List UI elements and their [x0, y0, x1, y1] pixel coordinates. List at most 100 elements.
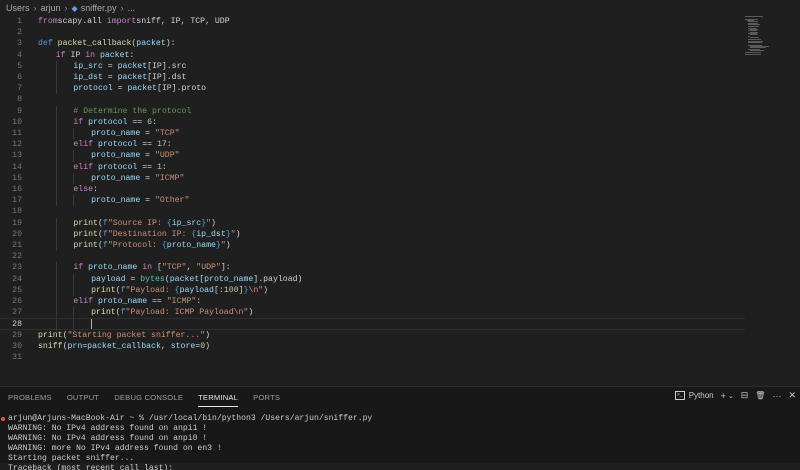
minimap-line: [748, 23, 761, 25]
code-text: print("Starting packet sniffer..."): [38, 330, 210, 341]
code-text: def packet_callback(packet):: [38, 38, 176, 49]
code-token: ): [263, 285, 269, 295]
line-number: 24: [12, 274, 22, 284]
code-token: IP: [70, 50, 86, 60]
code-line[interactable]: 22: [0, 251, 745, 262]
code-line[interactable]: 9 # Determine the protocol: [0, 105, 745, 117]
code-line[interactable]: 23 if proto_name in ["TCP", "UDP"]:: [0, 262, 745, 274]
code-line[interactable]: 31: [0, 352, 745, 363]
minimap[interactable]: [745, 16, 775, 56]
indent-guide: [55, 284, 57, 296]
code-token: ip_dst: [73, 73, 103, 82]
more-actions-icon[interactable]: ···: [772, 391, 781, 401]
code-line[interactable]: 20 print(f"Destination IP: {ip_dst}"): [0, 228, 745, 240]
code-token: \n": [248, 285, 264, 295]
code-token: print: [73, 218, 98, 228]
code-line[interactable]: 13 proto_name = "UDP": [0, 150, 745, 162]
code-line[interactable]: 28: [0, 318, 745, 331]
code-text: elif protocol == 1:: [73, 162, 166, 173]
tab-debug-console[interactable]: DEBUG CONSOLE: [114, 387, 183, 409]
minimap-line: [749, 36, 759, 38]
code-line[interactable]: 8: [0, 94, 745, 105]
code-token: ip_src: [73, 61, 103, 71]
python-file-icon: ◆: [71, 3, 78, 13]
code-line[interactable]: 3 def packet_callback(packet):: [0, 38, 745, 49]
line-number: 1: [17, 17, 22, 26]
tab-problems[interactable]: PROBLEMS: [8, 387, 52, 409]
breadcrumb-item-arjun[interactable]: arjun: [41, 3, 61, 13]
line-number: 26: [12, 297, 22, 306]
code-token: "ICMP": [154, 173, 185, 183]
code-token: [IP].proto: [156, 84, 207, 94]
code-token: proto_name: [91, 196, 141, 206]
code-token: ==: [137, 140, 157, 150]
code-line[interactable]: 12 elif protocol == 17:: [0, 139, 745, 151]
error-status-icon[interactable]: [1, 417, 5, 421]
code-line[interactable]: 14 elif protocol == 1:: [0, 161, 745, 173]
breadcrumb-item-users[interactable]: Users: [6, 3, 30, 13]
close-panel-icon[interactable]: ✕: [788, 390, 796, 401]
code-line[interactable]: 5 ip_src = packet[IP].src: [0, 60, 745, 72]
split-terminal-icon[interactable]: ⊟: [741, 390, 749, 401]
tab-output[interactable]: OUTPUT: [67, 387, 99, 409]
line-number: 22: [12, 252, 22, 262]
code-token: ip_dst: [196, 229, 226, 239]
code-line[interactable]: 2: [0, 27, 745, 38]
new-terminal-icon[interactable]: +: [721, 391, 726, 401]
code-line[interactable]: 6 ip_dst = packet[IP].dst: [0, 72, 745, 84]
minimap-line: [745, 16, 763, 17]
terminal-output[interactable]: arjun@Arjuns-MacBook-Air ~ % /usr/local/…: [0, 414, 790, 470]
code-text: proto_name = "ICMP": [91, 173, 184, 184]
code-token: ): [248, 308, 254, 318]
code-token: [IP].src: [147, 61, 187, 71]
trash-icon[interactable]: 🗑: [755, 391, 765, 400]
code-token: "UDP": [154, 151, 180, 161]
line-number: 31: [12, 353, 22, 362]
tab-terminal[interactable]: TERMINAL: [198, 387, 239, 409]
code-token: ): [225, 241, 231, 250]
code-line[interactable]: 19 print(f"Source IP: {ip_src}"): [0, 217, 745, 229]
chevron-down-icon[interactable]: ⌄: [728, 392, 734, 400]
editor-scrollbar[interactable]: [790, 16, 800, 386]
code-line[interactable]: 7 protocol = packet[IP].proto: [0, 83, 745, 95]
code-token: print: [91, 285, 116, 295]
breadcrumb-item-file[interactable]: sniffer.py: [81, 3, 117, 13]
code-line[interactable]: 10 if protocol == 6:: [0, 116, 745, 128]
code-token: ): [205, 330, 210, 340]
code-text: sniff(prn=packet_callback, store=0): [38, 341, 210, 352]
terminal-line-text: WARNING: No IPv4 address found on anpi0 …: [8, 434, 208, 443]
code-token: elif: [73, 162, 98, 172]
terminal-profile[interactable]: >_ Python: [674, 391, 714, 400]
code-line[interactable]: 11 proto_name = "TCP": [0, 128, 745, 140]
code-line[interactable]: 25 print(f"Payload: {payload[:100]}\n"): [0, 284, 745, 296]
code-line[interactable]: 15 proto_name = "ICMP": [0, 172, 745, 184]
code-token: import: [106, 17, 137, 26]
code-token: else: [73, 185, 94, 194]
code-line[interactable]: 27 print(f"Payload: ICMP Payload\n"): [0, 307, 745, 319]
code-token: 100: [223, 285, 239, 295]
code-text: proto_name = "Other": [91, 195, 189, 206]
code-line[interactable]: 26 elif proto_name == "ICMP":: [0, 296, 745, 308]
code-token: "UDP": [196, 263, 221, 273]
minimap-line: [749, 49, 765, 51]
code-line[interactable]: 30 sniff(prn=packet_callback, store=0): [0, 341, 745, 352]
tab-ports[interactable]: PORTS: [253, 387, 280, 409]
code-token: packet: [117, 61, 148, 71]
code-line[interactable]: 17 proto_name = "Other": [0, 195, 745, 207]
code-line[interactable]: 29 print("Starting packet sniffer..."): [0, 330, 745, 341]
code-token: ==: [127, 117, 148, 127]
indent-guide: [55, 116, 57, 128]
terminal-icon: >_: [674, 391, 685, 400]
code-token: print: [73, 229, 98, 239]
code-line[interactable]: 18: [0, 206, 745, 217]
code-editor[interactable]: 1 fromscapy.all importsniff, IP, TCP, UDP…: [0, 16, 800, 386]
code-token: "Payload:: [125, 285, 175, 295]
code-line[interactable]: 16 else:: [0, 184, 745, 196]
code-line[interactable]: 4 if IP in packet:: [0, 50, 745, 61]
code-line[interactable]: 21 print(f"Protocol: {proto_name}"): [0, 240, 745, 252]
code-line[interactable]: 1 fromscapy.all importsniff, IP, TCP, UDP: [0, 16, 745, 27]
code-line[interactable]: 24 payload = bytes(packet[proto_name].pay…: [0, 273, 745, 285]
breadcrumb-item-symbol[interactable]: ...: [128, 3, 136, 13]
code-token: def: [38, 39, 58, 49]
code-token: protocol: [97, 162, 138, 172]
